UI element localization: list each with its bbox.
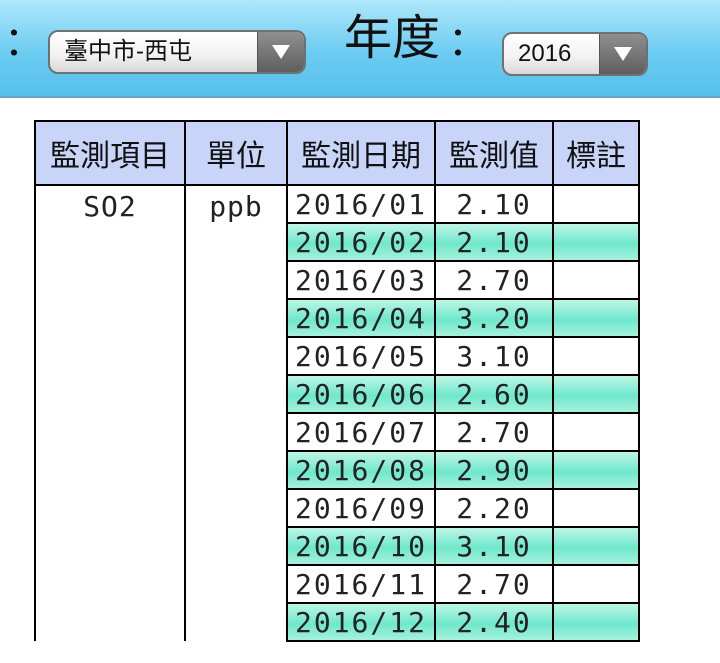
value-cell: 3.20 [434,298,554,338]
date-cell: 2016/12 [286,602,436,642]
year-label-colon: ： [448,19,488,65]
date-cell: 2016/07 [286,412,436,452]
value-cell: 2.10 [434,222,554,262]
year-select-dropdown-button[interactable] [599,34,646,74]
value-cell: 3.10 [434,336,554,376]
unit-cell: ppb [184,185,288,641]
table-header-row: 監測項目 單位 監測日期 監測值 標註 [34,120,640,186]
note-cell [552,298,640,338]
value-cell: 2.60 [434,374,554,414]
date-cell: 2016/08 [286,450,436,490]
chevron-down-icon [272,45,290,59]
date-cell: 2016/02 [286,222,436,262]
note-cell [552,564,640,604]
header-monitor-date: 監測日期 [286,120,436,186]
header-monitor-item: 監測項目 [34,120,186,186]
note-cell [552,260,640,300]
date-cell: 2016/05 [286,336,436,376]
note-cell [552,450,640,490]
note-cell [552,602,640,642]
note-cell [552,184,640,224]
note-cell [552,374,640,414]
value-cell: 2.10 [434,184,554,224]
site-select[interactable]: 臺中市-西屯 [48,30,306,74]
header-unit: 單位 [184,120,288,186]
year-select-value: 2016 [518,40,572,67]
date-cell: 2016/04 [286,298,436,338]
monitoring-table: 監測項目 單位 監測日期 監測值 標註 SO2 ppb 2016/01 2.10… [34,120,640,642]
value-cell: 2.90 [434,450,554,490]
monitor-item-cell: SO2 [34,185,186,641]
value-cell: 2.70 [434,564,554,604]
note-cell [552,412,640,452]
top-toolbar: ： 臺中市-西屯 年度 ： 2016 [0,0,720,98]
table-row: SO2 ppb 2016/01 2.10 [34,184,640,641]
value-cell: 3.10 [434,526,554,566]
value-cell: 2.40 [434,602,554,642]
year-label: 年度 [344,10,441,66]
note-cell [552,336,640,376]
value-cell: 2.70 [434,260,554,300]
site-select-value: 臺中市-西屯 [64,38,192,65]
header-monitor-value: 監測值 [434,120,554,186]
header-note: 標註 [552,120,640,186]
date-cell: 2016/03 [286,260,436,300]
date-cell: 2016/09 [286,488,436,528]
site-select-dropdown-button[interactable] [257,32,304,72]
chevron-down-icon [614,47,632,61]
site-label-colon: ： [4,19,44,65]
year-select[interactable]: 2016 [502,32,648,76]
value-cell: 2.20 [434,488,554,528]
note-cell [552,488,640,528]
date-cell: 2016/06 [286,374,436,414]
note-cell [552,222,640,262]
date-cell: 2016/11 [286,564,436,604]
date-cell: 2016/10 [286,526,436,566]
note-cell [552,526,640,566]
value-cell: 2.70 [434,412,554,452]
date-cell: 2016/01 [286,184,436,224]
